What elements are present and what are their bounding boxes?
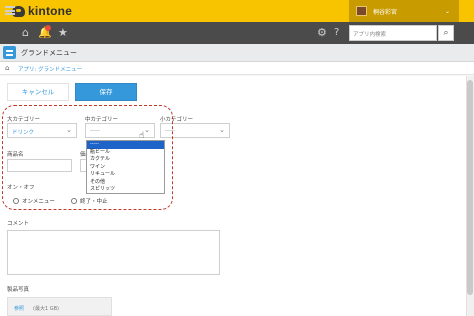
help-icon[interactable]: ? xyxy=(334,27,339,39)
app-list-icon[interactable] xyxy=(3,46,16,59)
logo-text: kintone xyxy=(28,4,73,18)
menu-icon[interactable] xyxy=(5,6,15,15)
breadcrumb-link[interactable]: アプリ: グランドメニュー xyxy=(18,65,82,73)
page-title: グランドメニュー xyxy=(21,49,77,57)
chevron-down-icon: ⌄ xyxy=(219,126,225,134)
star-icon[interactable]: ★ xyxy=(58,27,68,39)
comment-field[interactable] xyxy=(7,230,220,275)
user-menu[interactable]: 桐谷彩宮 ⌄ xyxy=(349,0,459,22)
gear-icon[interactable]: ⚙ xyxy=(317,27,327,39)
search-input[interactable]: アプリ内検索 xyxy=(349,25,437,41)
max-size-note: (最大1 GB) xyxy=(33,306,59,312)
avatar xyxy=(356,6,367,16)
chevron-down-icon: ⌄ xyxy=(444,7,450,15)
comment-label: コメント xyxy=(7,221,30,227)
user-name: 桐谷彩宮 xyxy=(373,8,398,16)
kintone-logo[interactable]: kintone xyxy=(12,4,72,18)
cancel-button[interactable]: キャンセル xyxy=(7,83,69,101)
browse-button[interactable]: 参照 xyxy=(14,305,24,312)
home-icon[interactable]: ⌂ xyxy=(22,27,29,39)
search-icon[interactable]: ⌕ xyxy=(438,25,454,41)
home-icon[interactable]: ⌂ xyxy=(5,64,9,72)
highlight-annotation xyxy=(2,105,173,210)
save-button[interactable]: 保存 xyxy=(75,83,137,101)
photo-label: 製品写真 xyxy=(7,287,30,293)
scrollbar-thumb[interactable] xyxy=(467,80,473,295)
notification-badge xyxy=(45,25,51,31)
